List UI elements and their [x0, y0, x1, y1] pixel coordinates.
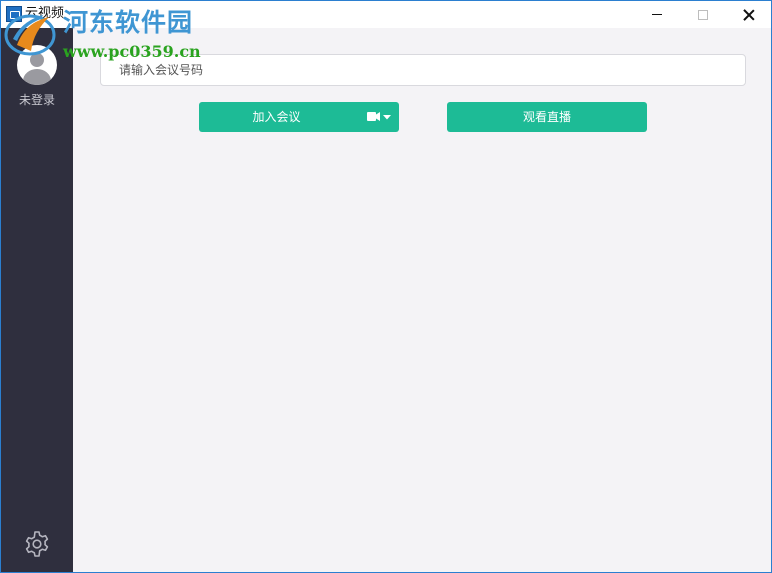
minimize-icon	[652, 14, 662, 15]
chevron-down-icon	[383, 115, 391, 120]
video-camera-icon[interactable]	[365, 102, 397, 132]
close-button[interactable]	[726, 1, 772, 28]
join-meeting-label: 加入会议	[252, 110, 301, 124]
minimize-button[interactable]	[634, 1, 680, 28]
maximize-button[interactable]	[680, 1, 726, 28]
watermark-site-name: 河东软件园	[63, 8, 194, 37]
maximize-icon	[698, 9, 708, 20]
watermark-url: www.pc0359.cn	[63, 42, 201, 61]
watch-live-button[interactable]: 观看直播	[447, 102, 647, 132]
main-panel: 加入会议 观看直播	[73, 28, 771, 572]
close-icon	[743, 9, 755, 21]
sidebar: 未登录	[1, 28, 73, 572]
join-meeting-button[interactable]: 加入会议	[199, 102, 399, 132]
app-window: 云视频 未登录 加入会议 观看直播 河东软	[0, 0, 772, 573]
login-status-label[interactable]: 未登录	[1, 92, 73, 108]
watermark-logo-icon	[4, 14, 56, 56]
gear-icon[interactable]	[23, 530, 51, 558]
